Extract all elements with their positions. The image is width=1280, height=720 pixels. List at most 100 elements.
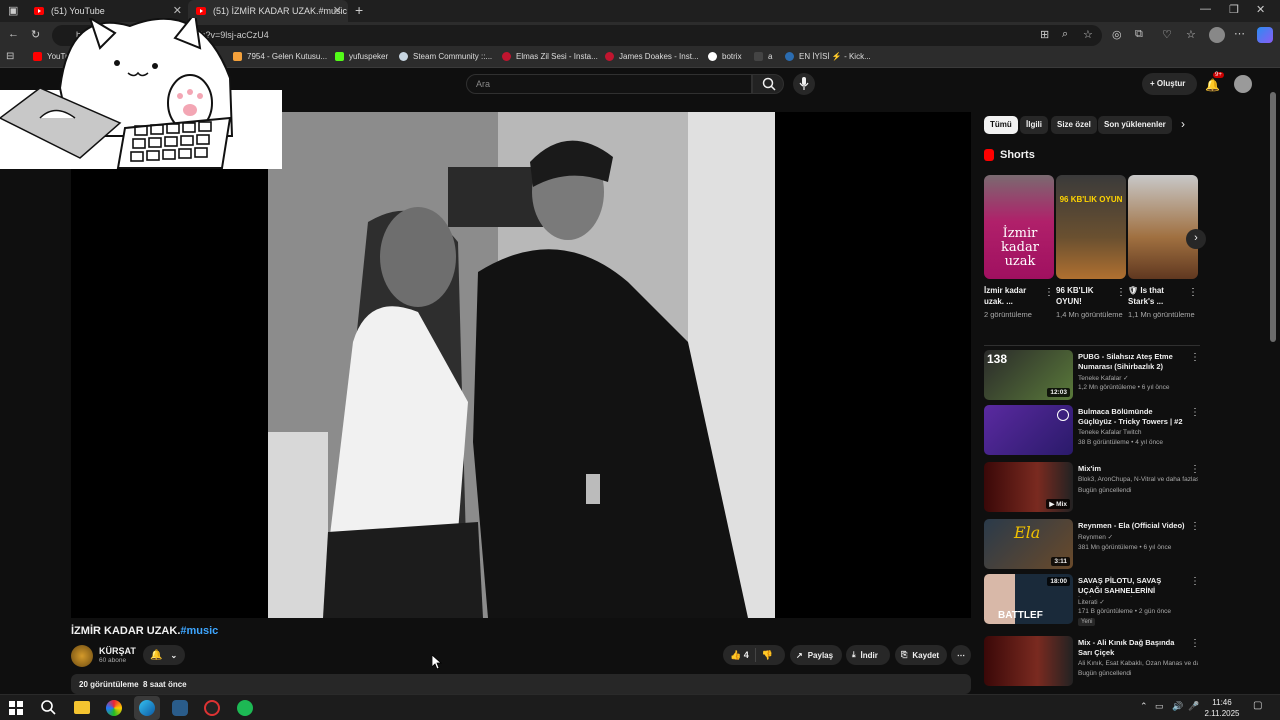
zoom-icon[interactable]: ⌕: [1062, 28, 1068, 41]
download-button[interactable]: ⤓ İndir: [846, 645, 890, 665]
maximize-icon[interactable]: ❐: [1229, 3, 1239, 16]
search-input[interactable]: Ara: [466, 74, 752, 94]
video-thumbnail[interactable]: 138 12:03: [984, 350, 1073, 400]
chip-all[interactable]: Tümü: [984, 116, 1018, 134]
video-thumbnail[interactable]: BATTLEF 18:00: [984, 574, 1073, 624]
bookmark-kick[interactable]: yufuspeker: [335, 52, 388, 61]
more-actions-button[interactable]: ⋯: [951, 645, 971, 665]
close-tab-icon[interactable]: ✕: [333, 4, 342, 17]
thumbs-up-icon: 👍: [730, 649, 742, 660]
description-box[interactable]: 20 görüntüleme 8 saat önce: [71, 674, 971, 694]
file-explorer-icon[interactable]: [74, 701, 90, 714]
search-button[interactable]: [752, 74, 784, 94]
close-tab-icon[interactable]: ✕: [173, 4, 182, 17]
volume-icon[interactable]: 🔊: [1172, 701, 1183, 712]
mix-badge: ▶ Mix: [1046, 499, 1070, 509]
chip-related[interactable]: İlgili: [1020, 116, 1048, 134]
kebab-menu-icon[interactable]: ⋮: [1190, 464, 1200, 475]
channel-name[interactable]: KÜRŞAT: [99, 646, 136, 656]
kebab-menu-icon[interactable]: ⋮: [1188, 287, 1198, 298]
chip-recent[interactable]: Son yüklenenler: [1098, 116, 1172, 134]
voice-search-button[interactable]: [793, 73, 815, 95]
short-thumbnail[interactable]: İzmir kadar uzak: [984, 175, 1054, 279]
bookmark-steam[interactable]: Steam Community ::...: [399, 52, 492, 61]
video-thumbnail[interactable]: Ela 3:11: [984, 519, 1073, 569]
extension-icon[interactable]: ◎: [1112, 28, 1122, 41]
browser-essentials-icon[interactable]: ♡: [1162, 28, 1172, 41]
channel-name[interactable]: Literati ✓: [1078, 598, 1198, 606]
like-button[interactable]: 👍 4: [730, 650, 749, 661]
kebab-menu-icon[interactable]: ⋮: [1190, 638, 1200, 649]
bookmark-a[interactable]: a: [754, 52, 772, 61]
new-tab-icon[interactable]: +: [355, 2, 363, 18]
bookmark-instagram-2[interactable]: James Doakes - Inst...: [605, 52, 699, 61]
tab-actions-icon[interactable]: ▣: [8, 4, 18, 17]
reader-view-icon[interactable]: ⊞: [1040, 28, 1049, 41]
copilot-icon[interactable]: [1257, 27, 1273, 43]
dislike-button[interactable]: 👎: [762, 650, 773, 661]
search-icon[interactable]: [40, 699, 60, 717]
recommendation-item[interactable]: Ela 3:11 Reynmen - Ela (Official Video) …: [984, 519, 1200, 571]
page-scrollbar-thumb[interactable]: [1270, 92, 1276, 342]
favorite-star-icon[interactable]: ☆: [1083, 28, 1093, 41]
recommendation-item[interactable]: Bulmaca Bölümünde Güçlüyüz - Tricky Towe…: [984, 405, 1200, 457]
microphone-icon[interactable]: 🎤: [1188, 701, 1199, 712]
short-thumbnail[interactable]: 96 KB'LIK OYUN: [1056, 175, 1126, 279]
hashtag-link[interactable]: #music: [180, 625, 218, 637]
channel-name[interactable]: Teneke Kafalar ✓: [1078, 374, 1198, 382]
short-title: İzmir kadar uzak. ...: [984, 286, 1027, 306]
kebab-menu-icon[interactable]: ⋮: [1190, 576, 1200, 587]
short-item[interactable]: 96 KB'LIK OYUN 96 KB'LIK OYUN! 1,4 Mn gö…: [1056, 175, 1126, 320]
chip-for-you[interactable]: Size özel: [1051, 116, 1097, 134]
create-button[interactable]: + Oluştur: [1142, 73, 1197, 95]
close-window-icon[interactable]: ✕: [1256, 3, 1265, 16]
system-clock[interactable]: 11:46 2.11.2025: [1202, 697, 1242, 719]
chrome-icon[interactable]: [106, 700, 122, 716]
kebab-menu-icon[interactable]: ⋮: [1190, 407, 1200, 418]
short-thumbnail[interactable]: [1128, 175, 1198, 279]
more-menu-icon[interactable]: ⋯: [1234, 27, 1245, 40]
kebab-menu-icon[interactable]: ⋮: [1116, 287, 1126, 298]
bookmark-botrix[interactable]: botrix: [708, 52, 742, 61]
spotify-icon[interactable]: [237, 700, 253, 716]
short-item[interactable]: 🛡 Is that Stark's ... 1,1 Mn görüntüleme…: [1128, 175, 1198, 320]
profile-avatar[interactable]: [1209, 27, 1225, 43]
share-icon: ↗: [796, 650, 803, 660]
channel-name[interactable]: Teneke Kafalar Twitch: [1078, 429, 1198, 436]
edge-icon[interactable]: [139, 700, 155, 716]
account-avatar[interactable]: [1234, 75, 1252, 93]
app-icon-2[interactable]: [204, 700, 220, 716]
recommendation-item[interactable]: BATTLEF 18:00 SAVAŞ PİLOTU, SAVAŞ UÇAĞI …: [984, 574, 1200, 626]
channel-name[interactable]: Reynmen ✓: [1078, 533, 1198, 541]
app-icon[interactable]: [172, 700, 188, 716]
video-thumbnail[interactable]: ▶ Mix: [984, 462, 1073, 512]
share-button[interactable]: ↗ Paylaş: [790, 645, 842, 665]
windows-start-icon[interactable]: [8, 699, 28, 717]
save-button[interactable]: ⎘ Kaydet: [895, 645, 947, 665]
channel-name[interactable]: Blok3, AronChupa, N-Vitral ve daha fazla…: [1078, 476, 1198, 483]
extensions-puzzle-icon[interactable]: ⧉: [1135, 28, 1143, 41]
bookmark-instagram-1[interactable]: Elmas Zil Sesi - Insta...: [502, 52, 598, 61]
short-item[interactable]: İzmir kadar uzak İzmir kadar uzak. ... 2…: [984, 175, 1054, 320]
kebab-menu-icon[interactable]: ⋮: [1190, 352, 1200, 363]
kebab-menu-icon[interactable]: ⋮: [1044, 287, 1054, 298]
channel-avatar[interactable]: [71, 645, 93, 667]
recommendation-item[interactable]: ▶ Mix Mix'im Blok3, AronChupa, N-Vitral …: [984, 462, 1200, 514]
video-thumbnail[interactable]: [984, 636, 1073, 686]
network-icon[interactable]: ▭: [1155, 701, 1164, 712]
chevron-right-icon[interactable]: ›: [1181, 117, 1185, 131]
kebab-menu-icon[interactable]: ⋮: [1190, 521, 1200, 532]
video-thumbnail[interactable]: [984, 405, 1073, 455]
tray-chevron-up-icon[interactable]: ⌃: [1140, 701, 1148, 712]
bookmark-kick-2[interactable]: EN İYİSİ ⚡ - Kick...: [785, 52, 871, 61]
shorts-next-button[interactable]: ›: [1186, 229, 1206, 249]
recommendation-item[interactable]: 138 12:03 PUBG - Silahsız Ateş Etme Numa…: [984, 350, 1200, 402]
favorites-icon[interactable]: ☆: [1186, 28, 1196, 41]
channel-name[interactable]: Ali Kınık, Esat Kabaklı, Ozan Manas ve d…: [1078, 660, 1198, 667]
recommendation-item[interactable]: Mix - Ali Kınık Dağ Başında Sarı Çiçek A…: [984, 636, 1200, 688]
video-frame[interactable]: [268, 112, 775, 618]
notifications-button[interactable]: 🔔 9+: [1205, 72, 1224, 94]
subscription-bell-button[interactable]: 🔔 ⌄: [143, 645, 185, 665]
notification-center-icon[interactable]: ▢: [1253, 700, 1262, 711]
minimize-icon[interactable]: —: [1200, 3, 1211, 15]
